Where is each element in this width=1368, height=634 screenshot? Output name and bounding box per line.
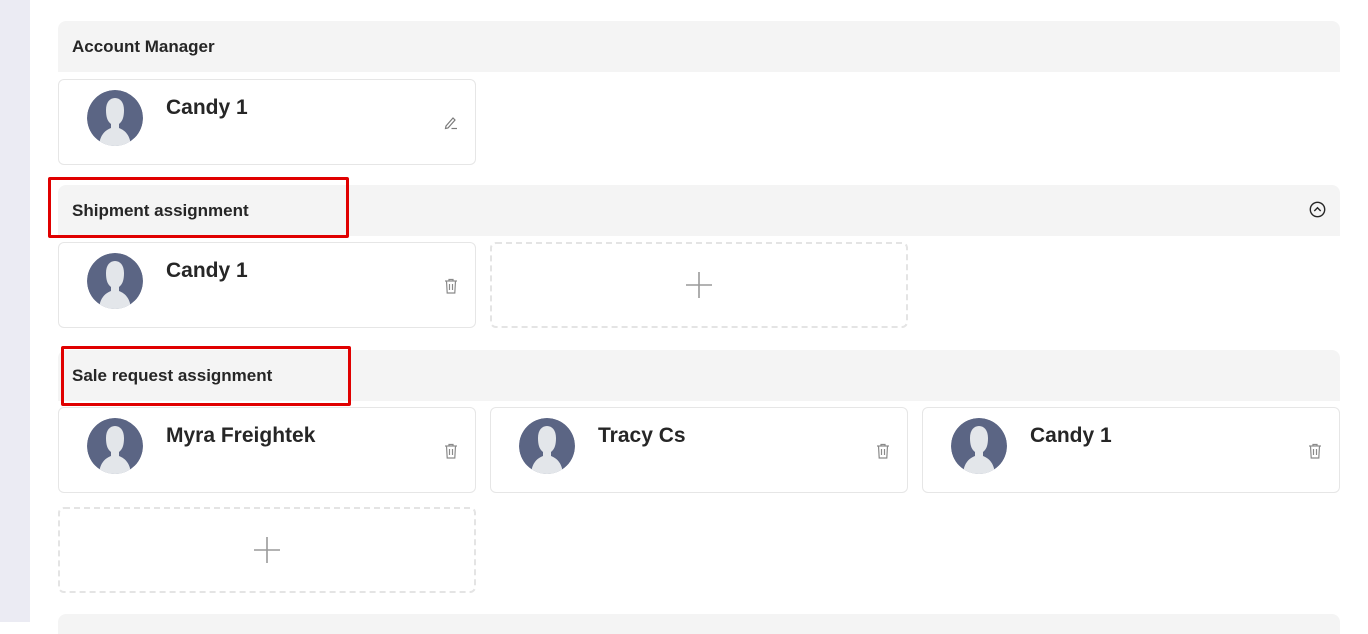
avatar: [951, 418, 1007, 474]
add-shipment-member-button[interactable]: [490, 242, 908, 328]
member-name: Candy 1: [166, 96, 248, 119]
account-manager-card: Candy 1: [58, 79, 476, 165]
sale-request-assignment-header: Sale request assignment: [58, 350, 1340, 401]
trash-icon[interactable]: [875, 442, 891, 460]
section-title-sale-request-assignment: Sale request assignment: [72, 366, 273, 385]
section-title-shipment-assignment: Shipment assignment: [72, 201, 249, 220]
add-sale-request-member-button[interactable]: [58, 507, 476, 593]
member-name: Tracy Cs: [598, 424, 686, 447]
sale-request-member-card: Candy 1: [922, 407, 1340, 493]
user-avatar-icon: [951, 418, 1007, 474]
member-name: Candy 1: [1030, 424, 1112, 447]
section-title-account-manager: Account Manager: [72, 37, 215, 56]
edit-icon[interactable]: [443, 114, 459, 132]
plus-icon: [686, 272, 712, 298]
user-avatar-icon: [87, 90, 143, 146]
user-avatar-icon: [87, 253, 143, 309]
left-rail: [0, 0, 30, 622]
account-manager-header: Account Manager: [58, 21, 1340, 72]
user-avatar-icon: [87, 418, 143, 474]
sale-request-member-card: Tracy Cs: [490, 407, 908, 493]
shipment-member-card: Candy 1: [58, 242, 476, 328]
member-name: Myra Freightek: [166, 424, 316, 447]
trash-icon[interactable]: [443, 277, 459, 295]
plus-icon: [254, 537, 280, 563]
avatar: [87, 253, 143, 309]
chevron-up-circle-icon[interactable]: [1309, 201, 1326, 218]
shipment-assignment-header: Shipment assignment: [58, 185, 1340, 236]
sale-request-member-card: Myra Freightek: [58, 407, 476, 493]
trash-icon[interactable]: [443, 442, 459, 460]
avatar: [519, 418, 575, 474]
next-section-header: [58, 614, 1340, 634]
member-name: Candy 1: [166, 259, 248, 282]
user-avatar-icon: [519, 418, 575, 474]
trash-icon[interactable]: [1307, 442, 1323, 460]
avatar: [87, 90, 143, 146]
avatar: [87, 418, 143, 474]
